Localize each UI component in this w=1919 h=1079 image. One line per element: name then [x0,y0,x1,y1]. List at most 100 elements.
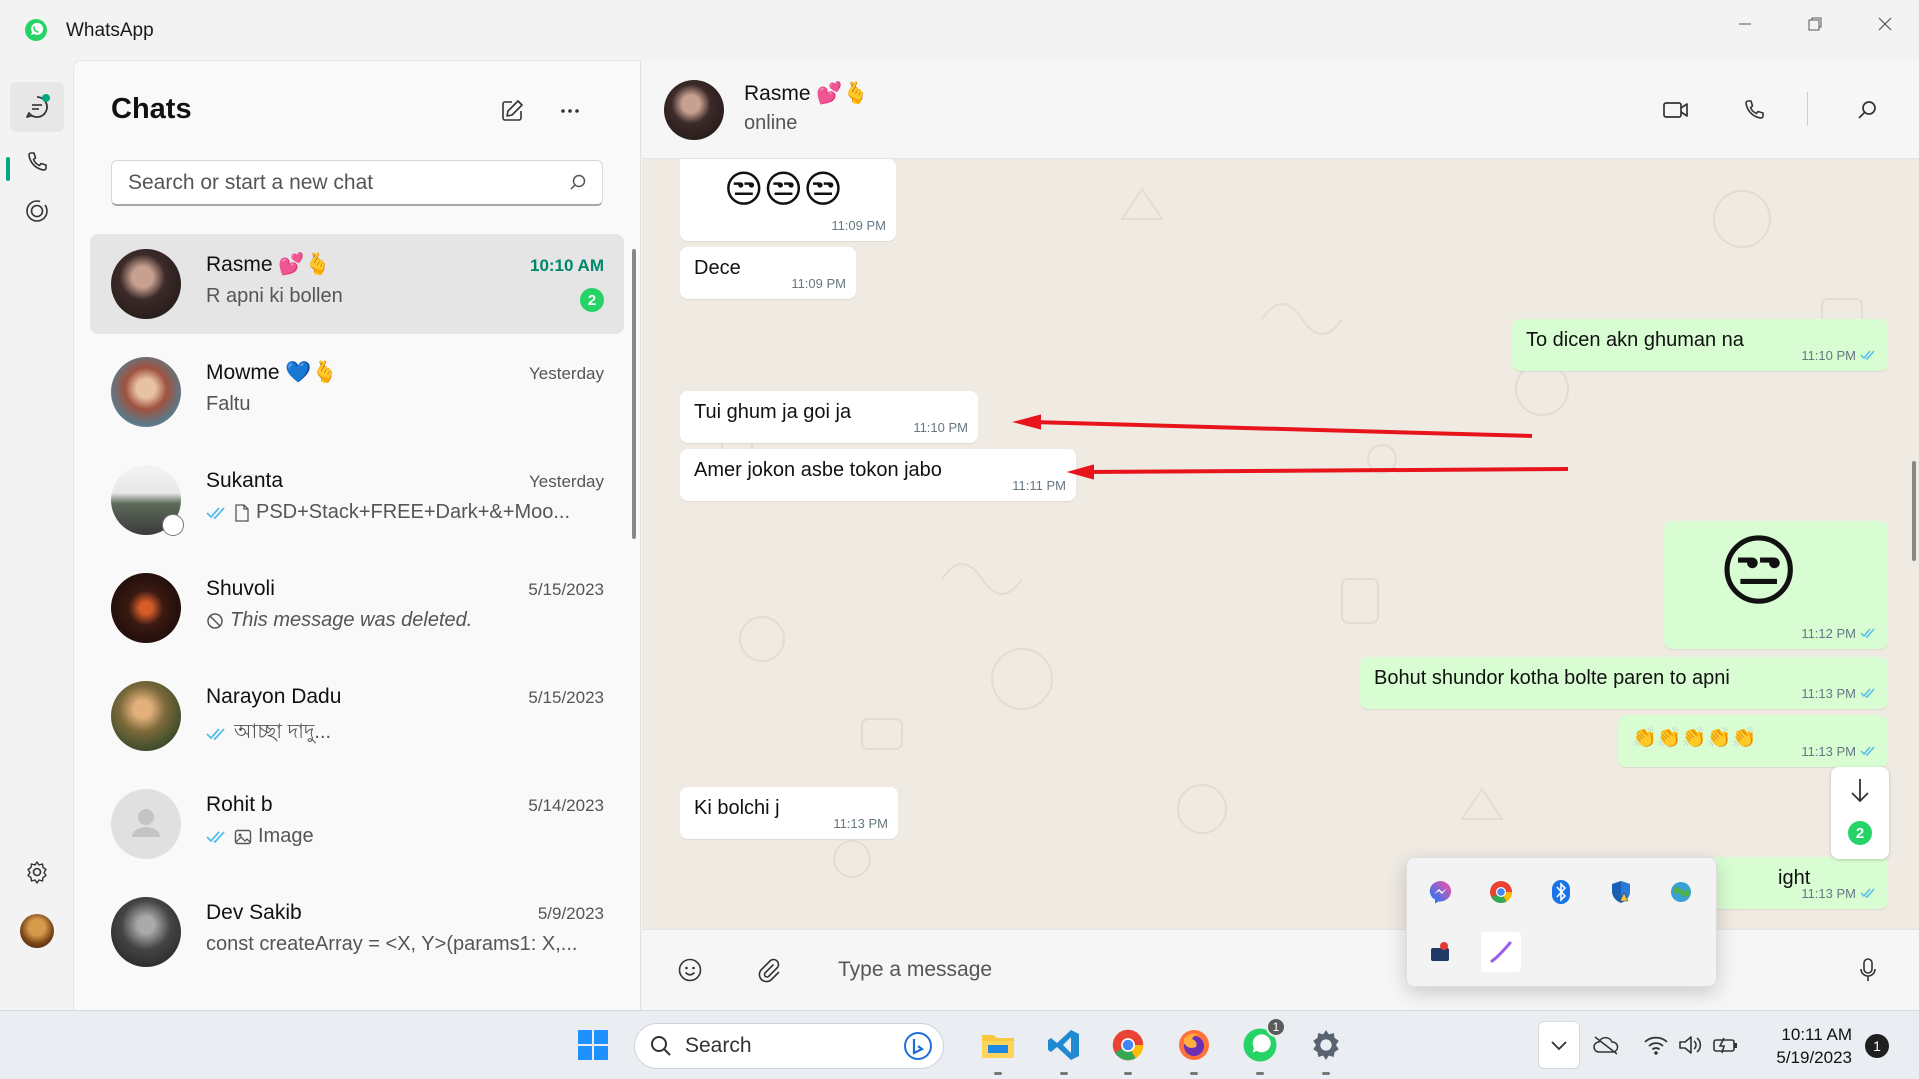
running-indicator [1322,1072,1330,1075]
contact-avatar[interactable] [664,80,724,140]
message-outgoing[interactable]: 👏👏👏👏👏 11:13 PM [1618,715,1888,767]
message-time: 11:10 PM [1801,348,1856,363]
chat-preview: Faltu [206,393,606,416]
message-incoming[interactable]: Ki bolchi j 11:13 PM [680,787,898,839]
message-composer [642,929,1919,1010]
app-title: WhatsApp [66,20,154,41]
scroll-to-bottom-button[interactable]: 2 [1831,767,1889,859]
message-text: Bohut shundor kotha bolte paren to apni [1374,667,1730,689]
search-input[interactable] [128,170,548,195]
default-user-icon [132,809,160,837]
whatsapp-taskbar-button[interactable]: 1 [1236,1017,1286,1075]
profile-button[interactable] [10,906,64,956]
tray-messenger[interactable] [1421,872,1461,912]
tray-network-app[interactable] [1661,872,1701,912]
status-icon [26,200,48,222]
message-time: 11:13 PM [1801,886,1856,901]
contact-status: online [744,112,798,134]
gear-icon [1313,1030,1339,1060]
volume-button[interactable] [1670,1021,1710,1069]
settings-taskbar-button[interactable] [1302,1021,1350,1075]
firefox-icon [1179,1030,1209,1060]
message-outgoing[interactable]: ight 11:13 PM [1700,857,1888,909]
attach-button[interactable] [748,950,788,990]
chat-item-sukanta[interactable]: Sukanta Yesterday PSD+Stack+FREE+Dark+&+… [90,450,624,550]
message-time: 11:12 PM [1801,626,1856,641]
tray-pen[interactable] [1481,932,1521,972]
message-outgoing[interactable]: Bohut shundor kotha bolte paren to apni … [1360,657,1888,709]
close-button[interactable] [1850,0,1919,48]
chat-time: 10:10 AM [529,256,604,275]
restore-button[interactable] [1780,0,1850,48]
voice-message-button[interactable] [1848,950,1888,990]
avatar [111,249,181,319]
microphone-icon [1860,958,1876,981]
message-time-wrap: 11:13 PM [1801,886,1878,901]
video-camera-icon [1663,102,1688,118]
firefox-button[interactable] [1170,1021,1218,1075]
status-ring-icon [162,514,184,536]
chrome-button[interactable] [1104,1021,1152,1075]
chat-item-rasme[interactable]: Rasme 💕🫰 10:10 AM R apni ki bollen 2 [90,234,624,334]
running-indicator [1256,1072,1264,1075]
onedrive-button[interactable] [1586,1021,1626,1069]
chat-time: 5/15/2023 [528,580,604,599]
settings-button[interactable] [10,847,64,897]
running-indicator [1124,1072,1132,1075]
blocked-icon [207,612,223,629]
vscode-button[interactable] [1040,1021,1088,1075]
chat-time: 5/9/2023 [537,904,604,923]
message-outgoing[interactable]: To dicen akn ghuman na 11:10 PM [1512,319,1888,371]
message-scrollbar[interactable] [1912,461,1916,561]
chat-name: Rasme 💕🫰 [206,253,331,276]
tray-bluetooth[interactable] [1541,872,1581,912]
emoji-button[interactable] [670,950,710,990]
minimize-button[interactable] [1710,0,1780,48]
tray-chrome[interactable] [1481,872,1521,912]
phone-icon [1745,100,1764,119]
voice-call-button[interactable] [1732,88,1776,132]
tray-defender[interactable] [1601,872,1641,912]
message-incoming[interactable]: 😒😒😒 11:09 PM [680,159,896,241]
message-outgoing[interactable]: 😒 11:12 PM [1664,521,1888,649]
chat-list-scrollbar[interactable] [632,249,636,539]
phone-icon [28,152,47,171]
show-hidden-icons-button[interactable] [1538,1021,1580,1069]
running-indicator [1060,1072,1068,1075]
new-chat-button[interactable] [492,91,532,131]
double-check-icon [1860,888,1875,899]
chats-title: Chats [111,93,192,125]
message-incoming[interactable]: Amer jokon asbe tokon jabo 11:11 PM [680,449,1076,501]
chat-item-narayon-dadu[interactable]: Narayon Dadu 5/15/2023 আচ্ছা দাদু... [90,666,624,766]
search-messages-button[interactable] [1845,88,1889,132]
chat-item-shuvoli[interactable]: Shuvoli 5/15/2023 This message was delet… [90,558,624,658]
double-check-icon [206,506,225,519]
search-icon[interactable] [568,173,588,193]
start-button[interactable] [569,1021,617,1069]
nav-status-button[interactable] [10,186,64,236]
restore-icon [1808,17,1822,31]
preview-text: আচ্ছা দাদু... [234,721,332,743]
nav-calls-button[interactable] [10,137,64,187]
chat-preview: const createArray = <X, Y>(params1: X,..… [206,933,606,956]
message-incoming[interactable]: Tui ghum ja goi ja 11:10 PM [680,391,978,443]
chat-item-dev-sakib[interactable]: Dev Sakib 5/9/2023 const createArray = <… [90,882,624,982]
chat-item-rohit-b[interactable]: Rohit b 5/14/2023 Image [90,774,624,874]
unread-badge: 2 [580,288,604,312]
message-incoming[interactable]: Dece 11:09 PM [680,247,856,299]
double-check-icon [1860,628,1875,639]
contact-name[interactable]: Rasme 💕🫰 [744,82,869,106]
shield-warning-icon [1612,881,1630,903]
message-input[interactable] [838,950,1338,990]
video-call-button[interactable] [1654,88,1698,132]
search-icon [651,1036,671,1056]
file-explorer-button[interactable] [974,1021,1022,1075]
notification-center-badge[interactable]: 1 [1865,1034,1889,1058]
battery-button[interactable] [1706,1021,1746,1069]
system-clock[interactable]: 10:11 AM 5/19/2023 [1752,1023,1852,1069]
tray-recorder[interactable] [1421,932,1461,972]
chat-item-mowme[interactable]: Mowme 💙🫰 Yesterday Faltu [90,342,624,442]
more-options-button[interactable] [550,91,590,131]
nav-chats-button[interactable] [10,82,64,132]
taskbar-search[interactable]: Search [634,1023,944,1069]
